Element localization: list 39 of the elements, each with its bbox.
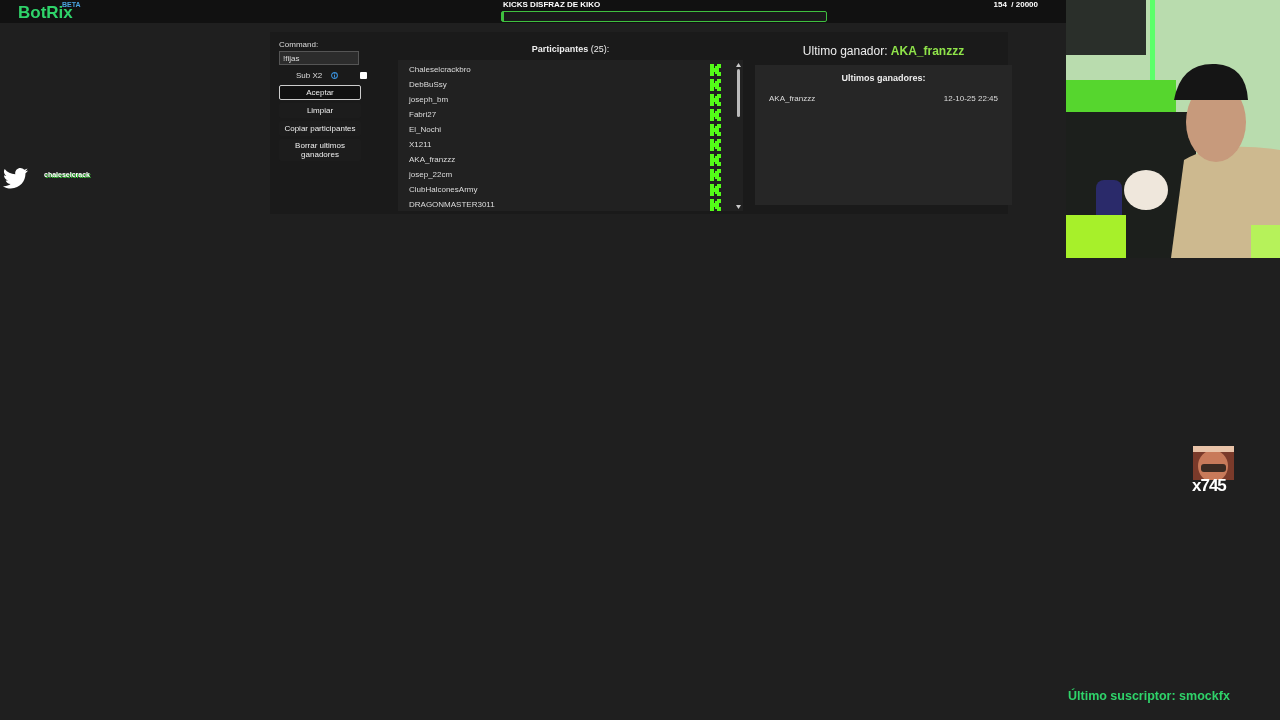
participant-name: Chaleselcrackbro [409,65,471,74]
kick-icon [710,123,721,136]
participant-name: joseph_bm [409,95,449,104]
sub-x2-label: Sub X2 [296,71,323,80]
participant-name: Fabri27 [409,110,437,119]
participant-name: AKA_franzzz [409,155,456,164]
scroll-up-icon[interactable] [735,63,741,67]
action-button[interactable]: Aceptar [279,85,361,100]
participant-name: El_Nochi [409,125,441,134]
participant-name: ClubHalconesArmy [409,185,478,194]
command-label: Command: [279,40,319,49]
kick-icon [710,183,721,196]
participant-name: X1211 [409,140,432,149]
kick-icon [710,78,721,91]
participant-name: DRAGONMASTER3011 [409,200,495,209]
participant-name: DebBuSsy [409,80,447,89]
sub-x2-checkbox[interactable] [360,72,367,79]
kick-icon [710,138,721,151]
kick-icon [710,63,721,76]
emote-count: x745 [1192,476,1226,496]
scroll-down-icon[interactable] [735,205,741,209]
winners-history-title: Ultimos ganadores: [841,73,926,83]
kick-icon [710,153,721,166]
scrollbar-thumb[interactable] [736,69,740,117]
command-field[interactable]: !fijas [279,51,359,65]
participant-name: josep_22cm [409,170,453,179]
info-icon[interactable] [331,72,339,79]
kick-icon [710,108,721,121]
kick-icon [710,93,721,106]
winner-name: AKA_franzzz [769,94,816,103]
kick-icon [710,168,721,181]
goal-title: KICKS DISFRAZ DE KIKO [503,0,601,9]
bird-icon [2,168,29,189]
participants-title: Participantes (25): [531,44,610,54]
kick-icon [710,198,721,211]
goal-count: 154 / 20000 [993,0,1038,9]
winner-time: 12-10-25 22:45 [943,94,998,103]
last-winner-title: Ultimo ganador: AKA_franzzz [802,44,965,58]
last-subscriber-label: Último suscriptor: smockfx [1068,689,1230,703]
